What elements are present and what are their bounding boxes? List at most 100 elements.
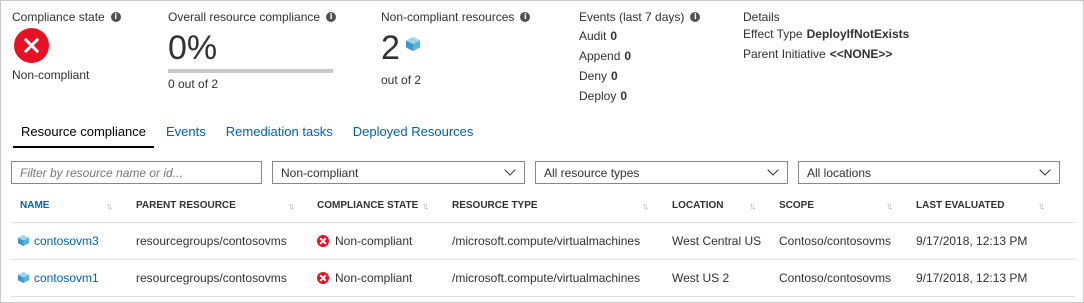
sort-arrows-icon[interactable]: ↑↓ <box>886 201 893 211</box>
compliance-state-cell: Non-compliant <box>317 271 412 285</box>
table-row[interactable]: contosovm1 resourcegroups/contosovms Non… <box>11 260 1075 297</box>
noncompliant-count: 2 <box>381 29 400 67</box>
col-header-last-evaluated[interactable]: Last evaluated <box>916 200 1005 211</box>
last-evaluated-cell: 9/17/2018, 12:13 PM <box>916 271 1028 285</box>
table-header: Name ↑↓ Parent resource ↑↓ Compliance st… <box>11 189 1075 223</box>
compliance-state-title-row: Compliance state i <box>12 10 121 24</box>
chevron-down-icon <box>504 164 516 176</box>
resource-type-dropdown[interactable]: All resource types <box>535 161 788 184</box>
sort-arrows-icon[interactable]: ↑↓ <box>422 201 429 211</box>
events-list: Audit 0 Append 0 Deny 0 Deploy 0 <box>579 26 700 106</box>
tab-bar: Resource compliance Events Remediation t… <box>13 118 485 148</box>
compliance-state-text: Non-compliant <box>335 234 413 248</box>
location-selected: All locations <box>807 165 872 180</box>
filter-bar: Non-compliant All resource types All loc… <box>11 161 1060 184</box>
event-deploy: Deploy 0 <box>579 86 700 106</box>
event-label: Append <box>579 49 621 63</box>
resource-type-cell: /microsoft.compute/virtualmachines <box>452 234 641 248</box>
event-count: 0 <box>610 29 618 43</box>
resource-name-link[interactable]: contosovm3 <box>18 234 99 248</box>
overall-compliance-section: Overall resource compliance i 0% 0 out o… <box>168 10 337 91</box>
resource-name: contosovm3 <box>34 234 99 248</box>
sort-arrows-icon[interactable]: ↑↓ <box>642 201 649 211</box>
overall-compliance-percent: 0% <box>168 29 218 67</box>
compliance-progress-bar <box>168 69 333 73</box>
overall-compliance-count: 0 out of 2 <box>168 77 219 91</box>
noncompliant-resources-section: Non-compliant resources i 2 out of 2 <box>381 10 531 87</box>
sort-arrows-icon[interactable]: ↑↓ <box>1038 201 1045 211</box>
compliance-state-cell: Non-compliant <box>317 234 412 248</box>
effect-type-value: DeployIfNotExists <box>806 27 910 41</box>
col-header-compliance-state[interactable]: Compliance state <box>317 200 418 211</box>
resource-filter-input[interactable] <box>11 161 262 184</box>
info-icon[interactable]: i <box>326 12 337 22</box>
event-label: Deploy <box>579 89 617 103</box>
error-circle-icon <box>317 272 329 284</box>
tab-deployed-resources[interactable]: Deployed Resources <box>345 118 482 148</box>
event-append: Append 0 <box>579 46 700 66</box>
sort-arrows-icon[interactable]: ↑↓ <box>288 201 295 211</box>
table-row[interactable]: contosovm3 resourcegroups/contosovms Non… <box>11 223 1075 260</box>
noncompliant-title: Non-compliant resources <box>381 10 515 24</box>
effect-type-label: Effect Type <box>743 27 803 41</box>
event-count: 0 <box>611 69 618 83</box>
noncompliant-value-row: 2 <box>381 31 530 65</box>
noncompliant-title-row: Non-compliant resources i <box>381 10 531 24</box>
col-header-resource-type[interactable]: Resource type <box>452 200 538 211</box>
tab-resource-compliance[interactable]: Resource compliance <box>13 118 155 148</box>
parent-resource-cell: resourcegroups/contosovms <box>136 271 287 285</box>
info-icon[interactable]: i <box>690 12 701 22</box>
location-cell: West US 2 <box>672 271 730 285</box>
parent-initiative-value: <<NONE>> <box>829 47 893 61</box>
compliance-summary: Compliance state i Non-compliant Overall… <box>1 1 1083 113</box>
parent-initiative-label: Parent Initiative <box>743 47 826 61</box>
compliance-state-title: Compliance state <box>12 10 105 24</box>
chevron-down-icon <box>1039 164 1051 176</box>
info-icon[interactable]: i <box>110 12 121 22</box>
col-header-parent-resource[interactable]: Parent resource <box>136 200 236 211</box>
location-dropdown[interactable]: All locations <box>798 161 1060 184</box>
noncompliant-out-of: out of 2 <box>381 73 422 87</box>
compliance-state-dropdown[interactable]: Non-compliant <box>272 161 525 184</box>
events-title: Events (last 7 days) <box>579 10 685 24</box>
event-audit: Audit 0 <box>579 26 700 46</box>
cube-icon <box>406 37 421 51</box>
overall-compliance-title-row: Overall resource compliance i <box>168 10 337 24</box>
resource-type-cell: /microsoft.compute/virtualmachines <box>452 271 641 285</box>
col-header-name[interactable]: Name <box>20 200 49 211</box>
tab-events[interactable]: Events <box>158 118 214 148</box>
sort-arrows-icon[interactable]: ↑↓ <box>749 201 756 211</box>
event-count: 0 <box>620 89 628 103</box>
col-header-scope[interactable]: Scope <box>779 200 814 211</box>
policy-compliance-panel: Compliance state i Non-compliant Overall… <box>0 0 1084 303</box>
info-icon[interactable]: i <box>520 12 531 22</box>
scope-cell: Contoso/contosovms <box>779 271 892 285</box>
parent-initiative-row: Parent Initiative <<NONE>> <box>743 44 909 64</box>
events-title-row: Events (last 7 days) i <box>579 10 701 24</box>
resource-type-selected: All resource types <box>544 165 640 180</box>
details-section: Details Effect Type DeployIfNotExists Par… <box>743 10 909 64</box>
compliance-state-text: Non-compliant <box>335 271 413 285</box>
compliance-state-value: Non-compliant <box>12 68 90 82</box>
compliance-state-selected: Non-compliant <box>281 165 359 180</box>
resource-compliance-table: Name ↑↓ Parent resource ↑↓ Compliance st… <box>1 189 1084 297</box>
parent-resource-cell: resourcegroups/contosovms <box>136 234 287 248</box>
error-circle-icon <box>317 235 329 247</box>
error-circle-icon <box>14 28 49 63</box>
details-title: Details <box>743 10 780 24</box>
events-section: Events (last 7 days) i Audit 0 Append 0 De… <box>579 10 701 106</box>
scope-cell: Contoso/contosovms <box>779 234 892 248</box>
cube-icon <box>18 235 29 246</box>
cube-icon <box>18 272 29 283</box>
event-label: Audit <box>579 29 607 43</box>
effect-type-row: Effect Type DeployIfNotExists <box>743 24 909 44</box>
sort-arrows-icon[interactable]: ↑↓ <box>106 201 113 211</box>
col-header-location[interactable]: Location <box>672 200 723 211</box>
overall-compliance-title: Overall resource compliance <box>168 10 321 24</box>
compliance-state-section: Compliance state i <box>12 10 121 24</box>
chevron-down-icon <box>767 164 779 176</box>
tab-remediation-tasks[interactable]: Remediation tasks <box>218 118 341 148</box>
location-cell: West Central US <box>672 234 762 248</box>
resource-name-link[interactable]: contosovm1 <box>18 271 99 285</box>
event-count: 0 <box>624 49 632 63</box>
